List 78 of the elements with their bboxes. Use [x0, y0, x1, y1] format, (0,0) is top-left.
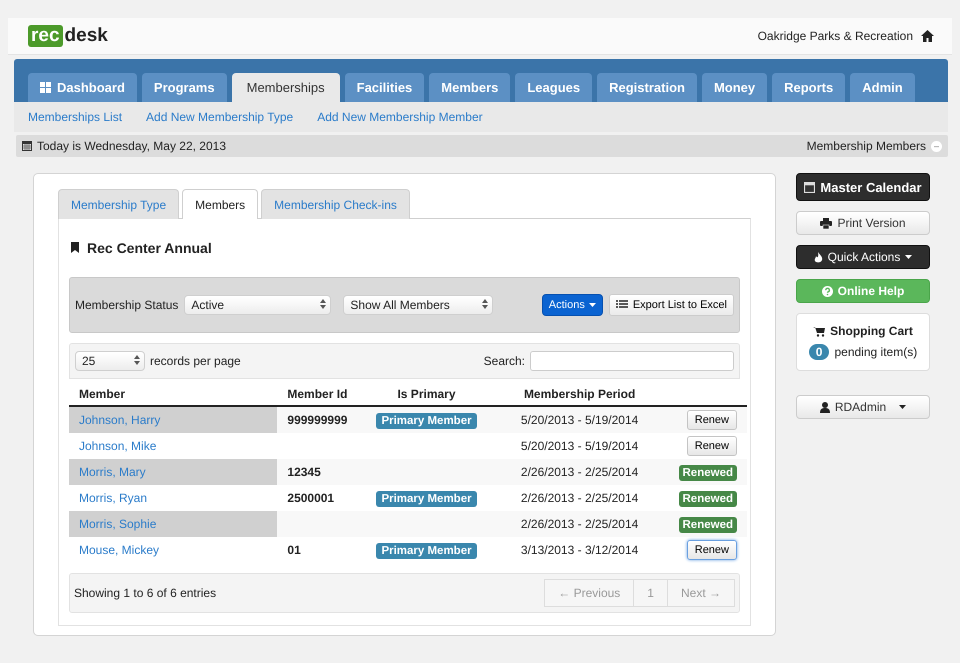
table-cell: 2/26/2013 - 2/25/2014 [520, 491, 638, 505]
table-cell: 2/26/2013 - 2/25/2014 [520, 517, 638, 531]
section-title: Rec Center Annual [87, 240, 212, 256]
member-link[interactable]: Johnson, Mike [79, 439, 156, 453]
date-text: Today is Wednesday, May 22, 2013 [37, 139, 226, 153]
nav-tab[interactable]: Leagues [515, 73, 592, 102]
sub-nav-link[interactable]: Memberships List [28, 110, 122, 124]
quick-actions-button[interactable]: Quick Actions [796, 245, 930, 269]
table-cell: 999999999 [287, 413, 348, 427]
nav-tab[interactable]: Memberships [232, 73, 340, 102]
actions-button[interactable]: Actions [542, 294, 603, 316]
nav-tab[interactable]: Programs [142, 73, 227, 102]
page-name: Membership Members [806, 139, 926, 153]
content-tab[interactable]: Members [182, 189, 258, 219]
table-cell: 01 [287, 543, 301, 557]
member-link[interactable]: Morris, Ryan [79, 491, 148, 505]
bookmark-icon [71, 242, 79, 253]
table-cell: 3/13/2013 - 3/12/2014 [520, 543, 638, 557]
cart-label: pending item(s) [834, 345, 918, 359]
grid-icon [40, 82, 51, 93]
primary-badge: Primary Member [376, 491, 477, 507]
page-size-label: records per page [150, 354, 241, 368]
nav-tab[interactable]: Registration [597, 73, 697, 102]
renewed-badge: Renewed [678, 465, 737, 481]
organization-name: Oakridge Parks & Recreation [758, 29, 913, 43]
content-tab[interactable]: Membership Type [58, 189, 180, 219]
table-cell: 5/20/2013 - 5/19/2014 [520, 413, 638, 427]
renew-button[interactable]: Renew [686, 540, 737, 560]
nav-tab[interactable]: Admin [850, 73, 915, 102]
filter-label: Membership Status [75, 298, 178, 312]
sub-nav-link[interactable]: Add New Membership Type [146, 110, 294, 124]
page-size-select[interactable]: 25 [75, 351, 145, 371]
home-icon[interactable] [921, 30, 934, 42]
stepper-icon [320, 299, 326, 309]
printer-icon [820, 218, 832, 228]
nav-tab[interactable]: Reports [772, 73, 846, 102]
online-help-button[interactable]: Online Help [796, 279, 930, 303]
caret-icon [588, 303, 596, 307]
master-calendar-button[interactable]: Master Calendar [796, 173, 930, 201]
renew-button[interactable]: Renew [686, 410, 737, 430]
caret-icon [905, 255, 912, 259]
nav-tab[interactable]: Members [429, 73, 510, 102]
help-icon [822, 286, 833, 296]
cart-title: Shopping Cart [830, 324, 913, 338]
user-menu-button[interactable]: RDAdmin [796, 395, 930, 419]
search-label: Search: [484, 354, 525, 368]
caret-icon [899, 405, 906, 409]
status-select[interactable]: Active [184, 295, 332, 315]
print-button[interactable]: Print Version [796, 211, 930, 235]
collapse-icon[interactable] [931, 140, 942, 152]
member-link[interactable]: Mouse, Mickey [79, 543, 160, 557]
entries-info: Showing 1 to 6 of 6 entries [74, 586, 216, 600]
logo[interactable]: rec desk [28, 25, 108, 47]
table-cell: 2/26/2013 - 2/25/2014 [520, 465, 638, 479]
nav-tab[interactable]: Dashboard [28, 73, 137, 102]
user-icon [820, 402, 830, 412]
primary-badge: Primary Member [376, 413, 477, 429]
export-button[interactable]: Export List to Excel [608, 294, 734, 316]
sub-nav-link[interactable]: Add New Membership Member [317, 110, 483, 124]
nav-tab[interactable]: Money [702, 73, 768, 102]
table-cell: 2500001 [287, 491, 334, 505]
nav-tab[interactable]: Facilities [344, 73, 424, 102]
list-icon [616, 300, 628, 310]
cart-count-badge: 0 [808, 344, 830, 360]
cart-icon [813, 326, 826, 336]
stepper-icon [134, 355, 140, 365]
renewed-badge: Renewed [678, 517, 737, 533]
stepper-icon [482, 299, 488, 309]
renewed-badge: Renewed [678, 491, 737, 507]
primary-badge: Primary Member [376, 543, 477, 559]
search-field[interactable] [530, 351, 734, 371]
table-cell: 12345 [287, 465, 321, 479]
member-link[interactable]: Morris, Mary [79, 465, 146, 479]
table-cell: 5/20/2013 - 5/19/2014 [520, 439, 638, 453]
flame-icon [814, 252, 823, 262]
member-filter-select[interactable]: Show All Members [343, 295, 494, 315]
content-tab[interactable]: Membership Check-ins [261, 189, 410, 219]
renew-button[interactable]: Renew [686, 436, 737, 456]
